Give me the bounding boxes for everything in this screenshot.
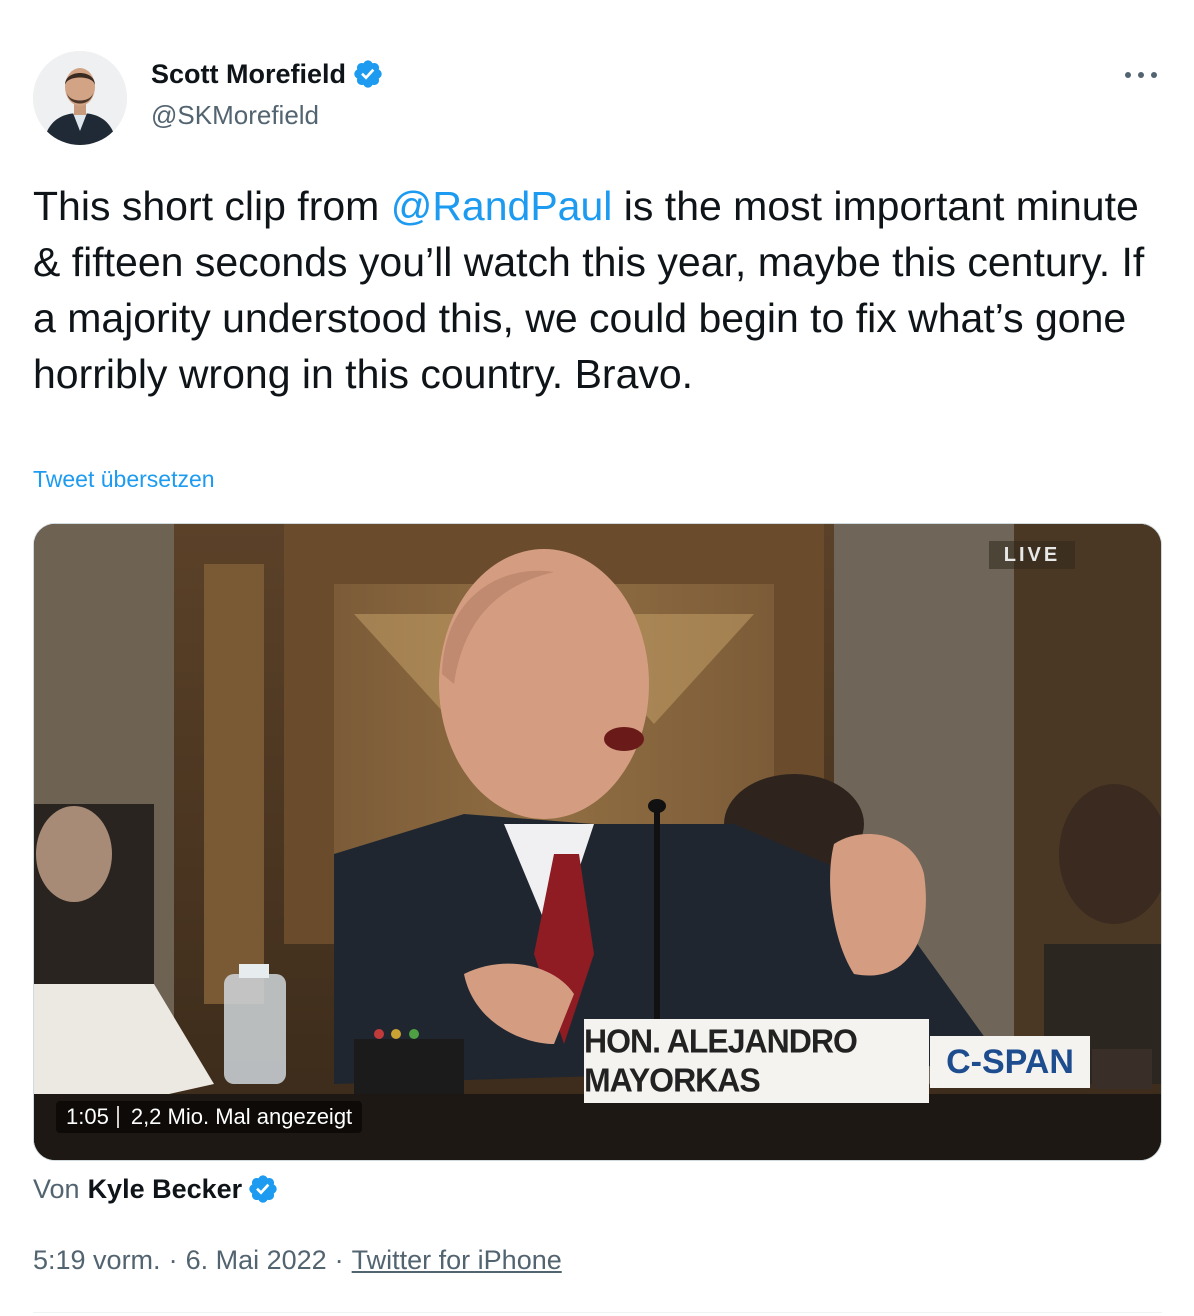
verified-badge-icon <box>249 1175 277 1203</box>
mention-link[interactable]: @RandPaul <box>391 183 613 229</box>
video-view-count: 2,2 Mio. Mal angezeigt <box>130 1104 353 1129</box>
video-player[interactable]: LIVE HON. ALEJANDRO MAYORKAS C-SPAN 1:05… <box>33 523 1162 1161</box>
meta-separator: · <box>168 1245 178 1275</box>
verified-badge-icon <box>354 60 382 88</box>
author-name-row: Scott Morefield <box>151 58 384 90</box>
meta-separator: · <box>334 1245 344 1275</box>
tweet-date[interactable]: 6. Mai 2022 <box>186 1245 327 1276</box>
divider <box>33 1312 1162 1313</box>
tweet-text: This short clip from @RandPaul is the mo… <box>33 178 1168 402</box>
translate-tweet-link[interactable]: Tweet übersetzen <box>33 466 215 493</box>
tweet-meta: 5:19 vorm. · 6. Mai 2022 · Twitter for i… <box>33 1245 562 1276</box>
tweet-time[interactable]: 5:19 vorm. <box>33 1245 161 1276</box>
attribution-prefix: Von <box>33 1173 80 1204</box>
live-badge: LIVE <box>989 541 1075 569</box>
nameplate: HON. ALEJANDRO MAYORKAS <box>584 1019 929 1103</box>
more-options-button[interactable] <box>1120 62 1162 88</box>
author-display-name[interactable]: Scott Morefield <box>151 59 346 90</box>
more-options-icon <box>1125 72 1157 78</box>
network-logo: C-SPAN <box>930 1036 1090 1088</box>
avatar[interactable] <box>33 51 127 145</box>
video-stats: 1:05 2,2 Mio. Mal angezeigt <box>56 1101 363 1133</box>
tweet-source-link[interactable]: Twitter for iPhone <box>352 1245 562 1276</box>
attribution-author-link[interactable]: Kyle Becker <box>88 1174 243 1205</box>
author-handle[interactable]: @SKMorefield <box>151 100 319 131</box>
tweet-text-before: This short clip from <box>33 183 391 229</box>
video-duration: 1:05 <box>66 1104 109 1129</box>
video-attribution: Von Kyle Becker <box>33 1173 279 1205</box>
avatar-image <box>33 51 127 145</box>
